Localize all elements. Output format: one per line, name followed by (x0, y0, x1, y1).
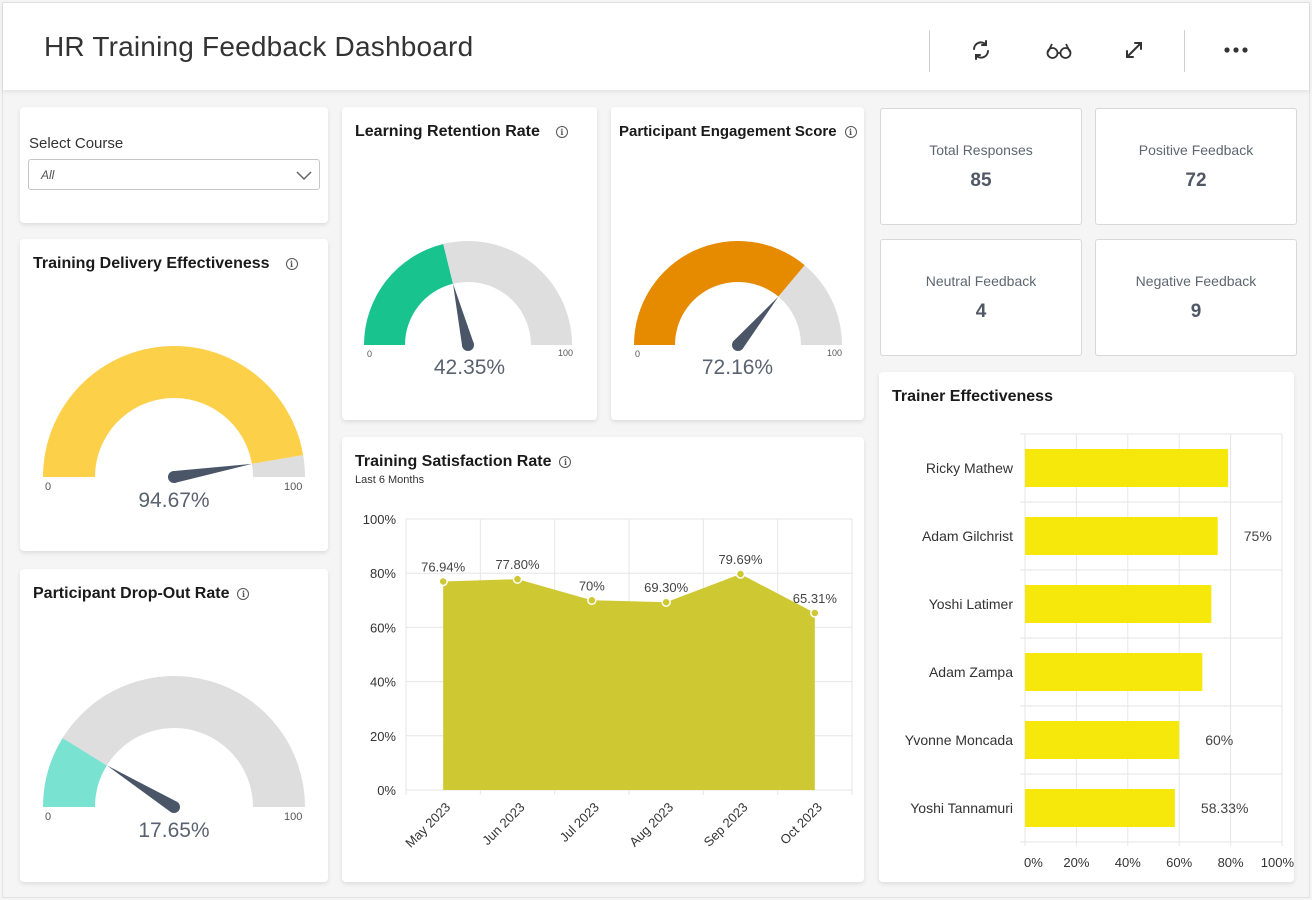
course-filter-label: Select Course (29, 135, 124, 152)
kpi-total-responses: Total Responses 85 (880, 108, 1082, 225)
y-tick-label: 40% (370, 675, 396, 690)
data-label: 58.33% (1201, 800, 1248, 816)
retention-rate-card: Learning Retention Rate i 0 100 42.35% (342, 107, 597, 420)
data-label: 60% (1205, 732, 1233, 748)
data-label: 79.69% (718, 552, 763, 567)
y-category-label: Adam Zampa (929, 664, 1013, 680)
delivery-effectiveness-card: Training Delivery Effectiveness i 0 100 … (20, 239, 328, 551)
bar[interactable] (1025, 449, 1229, 487)
x-tick-label: 20% (1063, 855, 1089, 870)
kpi-neutral-feedback: Neutral Feedback 4 (880, 239, 1082, 356)
x-tick-label: 0% (1024, 855, 1043, 870)
course-filter-card: Select Course All (20, 107, 328, 223)
dropout-rate-card: Participant Drop-Out Rate i 0 100 17.65% (20, 569, 328, 882)
kpi-positive-feedback: Positive Feedback 72 (1095, 108, 1297, 225)
data-label: 69.30% (644, 580, 689, 595)
data-point[interactable] (438, 576, 448, 587)
y-category-label: Yoshi Tannamuri (910, 800, 1013, 816)
data-point[interactable] (661, 597, 671, 607)
trainer-bar-chart: 0% 20% 40% 60% 80% 100% Ricky Mathew Adam Gilch… (905, 433, 1294, 870)
page-title: HR Training Feedback Dashboard (44, 31, 474, 62)
kpi-value: 4 (975, 301, 987, 322)
kpi-negative-feedback: Negative Feedback 9 (1095, 239, 1297, 356)
x-tick-label: 100% (1261, 855, 1294, 870)
x-tick-label: Jun 2023 (479, 800, 527, 848)
bar[interactable] (1025, 653, 1203, 691)
gauge-needle (106, 765, 178, 813)
kpi-label: Total Responses (929, 142, 1033, 158)
kpi-label: Neutral Feedback (925, 273, 1037, 289)
expand-icon (1126, 42, 1142, 58)
bar[interactable] (1025, 789, 1175, 827)
refresh-icon (973, 40, 989, 60)
data-label: 75% (1244, 528, 1272, 544)
data-label: 76.94% (421, 559, 466, 574)
kpi-label: Negative Feedback (1135, 273, 1257, 289)
x-tick-label: Oct 2023 (777, 800, 825, 848)
fullscreen-button[interactable] (1117, 33, 1151, 67)
kpi-value: 72 (1185, 170, 1207, 191)
gauge-needle (173, 463, 252, 483)
kpi-label: Positive Feedback (1138, 142, 1254, 158)
bar[interactable] (1025, 517, 1218, 555)
y-tick-label: 80% (370, 566, 396, 581)
header-divider (1184, 30, 1185, 72)
refresh-button[interactable] (964, 33, 998, 67)
chevron-down-icon (296, 171, 312, 181)
header-divider (929, 30, 930, 72)
y-tick-label: 0% (377, 783, 396, 798)
more-icon (1224, 47, 1248, 53)
gauge-needle-hub (462, 339, 474, 351)
data-label: 70% (579, 578, 605, 593)
y-tick-label: 60% (370, 620, 396, 635)
gauge-value-arc (634, 241, 805, 345)
gauge-track-arc (62, 676, 305, 807)
course-select[interactable]: All (28, 159, 320, 190)
gauge-value-arc (43, 346, 304, 477)
y-tick-label: 100% (363, 512, 397, 527)
x-tick-label: Jul 2023 (557, 800, 602, 845)
gauge-needle-hub (732, 339, 744, 351)
gauge-value: 72.16% (701, 356, 774, 379)
kpi-value: 85 (970, 170, 992, 191)
data-label: 65.31% (793, 591, 838, 606)
y-tick-label: 20% (370, 729, 396, 744)
kpi-value: 9 (1190, 301, 1202, 322)
more-button[interactable] (1219, 33, 1253, 67)
area-series (443, 574, 815, 790)
x-tick-label: Aug 2023 (626, 800, 676, 850)
data-point[interactable] (810, 608, 820, 618)
y-category-label: Yvonne Moncada (905, 732, 1013, 748)
glasses-icon (1046, 43, 1072, 59)
gauge-value: 42.35% (433, 356, 506, 379)
header-bar: HR Training Feedback Dashboard (3, 3, 1309, 90)
engagement-score-card: Participant Engagement Score i 0 100 72.… (611, 107, 864, 420)
data-point[interactable] (512, 574, 523, 584)
gauge-value: 94.67% (138, 489, 210, 512)
view-button[interactable] (1042, 33, 1076, 67)
gauge-needle-hub (168, 471, 180, 483)
bar[interactable] (1025, 721, 1180, 759)
course-select-value: All (41, 168, 55, 182)
x-tick-label: May 2023 (402, 800, 453, 851)
x-tick-label: 80% (1218, 855, 1244, 870)
x-tick-label: 60% (1166, 855, 1192, 870)
gauge-value: 17.65% (138, 819, 210, 842)
gauge-needle (453, 283, 474, 347)
y-category-label: Adam Gilchrist (922, 528, 1013, 544)
satisfaction-rate-card: Training Satisfaction Rate i Last 6 Mont… (342, 437, 864, 882)
gauge-needle-hub (168, 801, 180, 813)
data-point[interactable] (735, 569, 746, 579)
y-category-label: Ricky Mathew (926, 460, 1014, 476)
gauge-value-arc (364, 243, 454, 345)
satisfaction-area-chart: 0% 20% 40% 60% 80% 100% 76.94% May 2023 77.80% Ju… (363, 512, 853, 851)
data-label: 77.80% (495, 557, 540, 572)
x-tick-label: 40% (1115, 855, 1141, 870)
y-category-label: Yoshi Latimer (929, 596, 1014, 612)
data-point[interactable] (587, 595, 597, 606)
trainer-effectiveness-card: Trainer Effectiveness 0% 20% 40% 60% 80% 100%… (879, 372, 1294, 882)
x-tick-label: Sep 2023 (701, 800, 751, 850)
bar[interactable] (1025, 585, 1212, 623)
